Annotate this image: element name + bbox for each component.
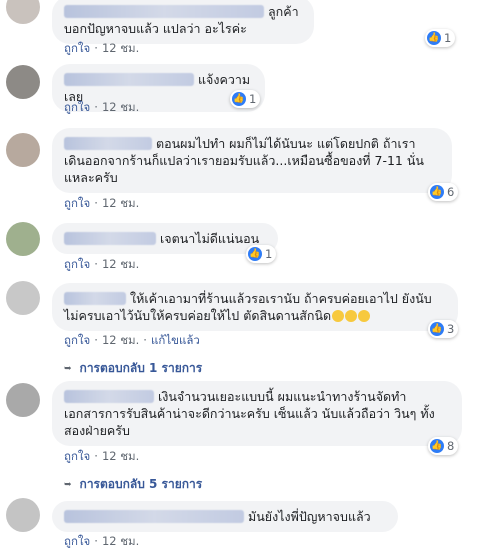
comment-bubble: ตอนผมไปทำ ผมก็ไม่ได้นับนะ แต่โดยปกติ ถ้า…: [52, 128, 452, 193]
avatar[interactable]: [6, 222, 40, 256]
reaction-count[interactable]: 👍 1: [425, 29, 456, 47]
like-icon: 👍: [430, 322, 444, 336]
avatar[interactable]: [6, 133, 40, 167]
blurred-name: [64, 390, 154, 403]
like-link[interactable]: ถูกใจ: [64, 534, 90, 548]
reaction-count[interactable]: 👍 3: [428, 320, 459, 338]
avatar[interactable]: [6, 281, 40, 315]
emoji-icon: [345, 310, 358, 322]
comment-bubble: เงินจำนวนเยอะแบบนี้ ผมแนะนำทางร้านจัดทำ …: [52, 381, 462, 446]
timestamp[interactable]: 12 ชม.: [102, 534, 139, 548]
like-icon: 👍: [430, 439, 444, 453]
comment-meta: ถูกใจ · 12 ชม.: [64, 449, 140, 463]
like-link[interactable]: ถูกใจ: [64, 196, 90, 210]
reaction-count[interactable]: 👍 1: [246, 245, 277, 263]
avatar[interactable]: [6, 0, 40, 24]
reaction-count[interactable]: 👍 8: [428, 437, 459, 455]
like-link[interactable]: ถูกใจ: [64, 449, 90, 463]
comment-bubble: ให้เค้าเอามาที่ร้านแล้วรอเรานับ ถ้าครบค่…: [52, 283, 458, 331]
like-icon: 👍: [427, 31, 441, 45]
comment-meta: ถูกใจ · 12 ชม.: [64, 100, 140, 114]
blurred-name: [64, 137, 152, 150]
comment-meta: ถูกใจ · 12 ชม.: [64, 257, 140, 271]
like-link[interactable]: ถูกใจ: [64, 100, 90, 114]
blurred-name: [64, 73, 194, 86]
emoji-icon: [332, 310, 345, 322]
timestamp[interactable]: 12 ชม.: [102, 100, 139, 114]
comment-meta: ถูกใจ · 12 ชม.: [64, 41, 140, 55]
avatar[interactable]: [6, 383, 40, 417]
edited-label[interactable]: แก้ไขแล้ว: [151, 333, 200, 347]
comment-bubble: ลูกค้าบอกปัญหาจบแล้ว แปลว่า อะไรค่ะ: [52, 0, 314, 44]
blurred-name: [64, 510, 244, 523]
reaction-count[interactable]: 👍 6: [428, 183, 459, 201]
view-replies-link[interactable]: ➥ การตอบกลับ 5 รายการ: [64, 475, 202, 494]
like-link[interactable]: ถูกใจ: [64, 257, 90, 271]
comment-meta: ถูกใจ · 12 ชม.: [64, 196, 140, 210]
blurred-name: [64, 292, 126, 305]
comment-text: มันยังไงพี่ปัญหาจบแล้ว: [248, 509, 371, 524]
reply-arrow-icon: ➥: [64, 363, 72, 374]
reaction-count[interactable]: 👍 1: [230, 90, 261, 108]
reply-arrow-icon: ➥: [64, 479, 72, 490]
comment-bubble: มันยังไงพี่ปัญหาจบแล้ว: [52, 501, 398, 532]
timestamp[interactable]: 12 ชม.: [102, 41, 139, 55]
blurred-name: [64, 232, 156, 245]
comment-meta: ถูกใจ · 12 ชม.: [64, 534, 140, 548]
timestamp[interactable]: 12 ชม.: [102, 333, 139, 347]
timestamp[interactable]: 12 ชม.: [102, 196, 139, 210]
comment-bubble: เจตนาไม่ดีแน่นอน: [52, 223, 278, 254]
timestamp[interactable]: 12 ชม.: [102, 257, 139, 271]
blurred-name: [64, 5, 264, 18]
comment-text: เจตนาไม่ดีแน่นอน: [160, 231, 260, 246]
avatar[interactable]: [6, 65, 40, 99]
like-link[interactable]: ถูกใจ: [64, 41, 90, 55]
avatar[interactable]: [6, 498, 40, 532]
emoji-icon: [358, 310, 371, 322]
like-icon: 👍: [248, 247, 262, 261]
timestamp[interactable]: 12 ชม.: [102, 449, 139, 463]
comment-meta: ถูกใจ · 12 ชม. · แก้ไขแล้ว: [64, 333, 200, 347]
like-icon: 👍: [232, 92, 246, 106]
like-icon: 👍: [430, 185, 444, 199]
view-replies-link[interactable]: ➥ การตอบกลับ 1 รายการ: [64, 359, 202, 378]
like-link[interactable]: ถูกใจ: [64, 333, 90, 347]
